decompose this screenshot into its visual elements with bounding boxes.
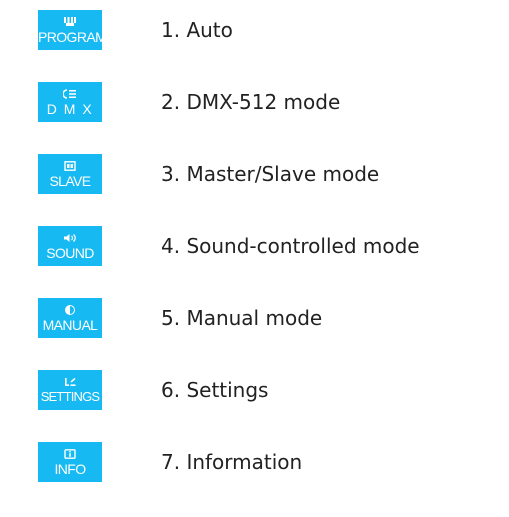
sound-icon [38,232,102,244]
menu-item-label: 3. Master/Slave mode [161,162,380,186]
settings-icon [38,376,102,388]
program-icon [38,16,102,28]
menu-item-manual: MANUAL 5. Manual mode [0,298,509,338]
menu-item-label: 7. Information [161,450,303,474]
sound-mode-button[interactable]: SOUND [38,226,102,266]
menu-item-auto: PROGRAM 1. Auto [0,10,509,50]
program-icon-label: PROGRAM [38,29,107,45]
info-mode-button[interactable]: INFO [38,442,102,482]
manual-icon-label: MANUAL [42,317,98,333]
manual-icon [38,304,102,316]
menu-item-slave: SLAVE 3. Master/Slave mode [0,154,509,194]
menu-list: PROGRAM 1. Auto D M X 2. DMX-512 mode SL… [0,0,509,517]
menu-item-settings: SETTINGS 6. Settings [0,370,509,410]
slave-mode-button[interactable]: SLAVE [38,154,102,194]
info-icon-label: INFO [54,461,86,477]
menu-item-label: 5. Manual mode [161,306,323,330]
sound-icon-label: SOUND [46,245,94,261]
info-icon [38,448,102,460]
menu-item-label: 4. Sound-controlled mode [161,234,420,258]
menu-item-dmx: D M X 2. DMX-512 mode [0,82,509,122]
settings-mode-button[interactable]: SETTINGS [38,370,102,410]
menu-item-info: INFO 7. Information [0,442,509,482]
menu-item-sound: SOUND 4. Sound-controlled mode [0,226,509,266]
menu-item-label: 1. Auto [161,18,233,42]
menu-item-label: 2. DMX-512 mode [161,90,341,114]
dmx-mode-button[interactable]: D M X [38,82,102,122]
manual-mode-button[interactable]: MANUAL [38,298,102,338]
slave-icon [38,160,102,172]
settings-icon-label: SETTINGS [40,389,100,404]
program-mode-button[interactable]: PROGRAM [38,10,107,50]
menu-item-label: 6. Settings [161,378,269,402]
dmx-icon [38,88,102,100]
dmx-icon-label: D M X [46,101,94,117]
slave-icon-label: SLAVE [49,173,91,189]
